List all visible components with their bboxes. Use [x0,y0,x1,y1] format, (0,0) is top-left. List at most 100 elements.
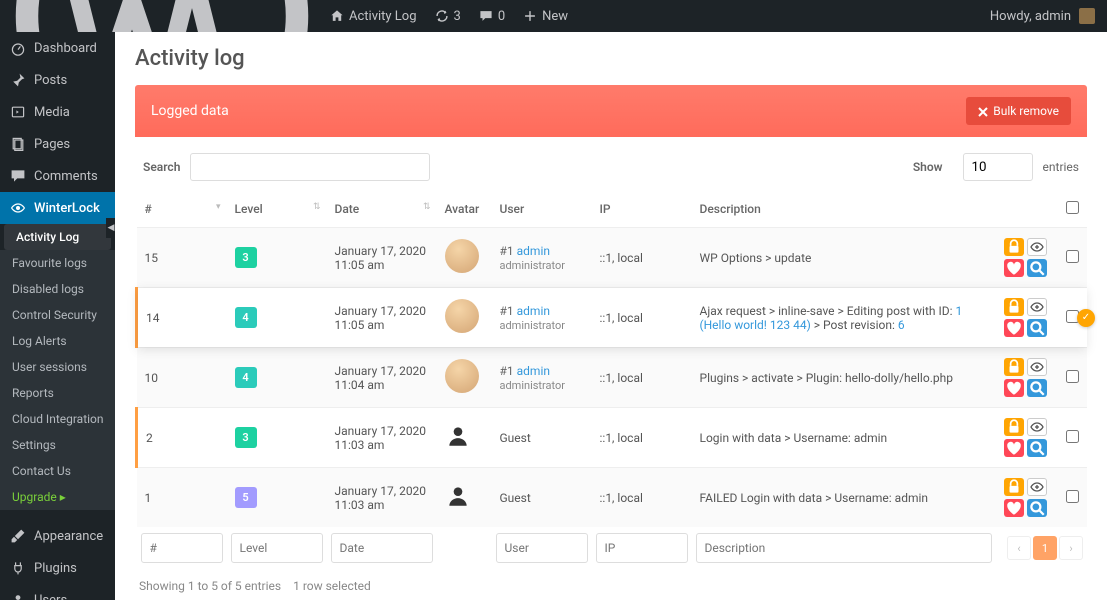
sidebar-item-activity-log[interactable]: Activity Log [4,224,111,250]
col-user: User [492,191,592,228]
sidebar-item-winterlock[interactable]: WinterLock [0,192,115,224]
sidebar-item-reports[interactable]: Reports [0,380,115,406]
table-row[interactable]: 2 3 January 17, 202011:03 am Guest ::1, … [137,408,1088,468]
sidebar-item-pages[interactable]: Pages [0,128,115,160]
row-checkbox[interactable] [1066,430,1079,443]
collapse-sidebar[interactable]: ◀ [106,218,115,238]
lock-button[interactable] [1004,358,1024,376]
cell-avatar [437,408,492,468]
favourite-button[interactable] [1004,439,1024,457]
cell-select [1058,468,1087,528]
view-button[interactable] [1027,319,1047,337]
updates-link[interactable]: 3 [435,9,461,24]
comment-icon [479,9,493,23]
col-date[interactable]: Date⇅ [327,191,437,228]
table-row[interactable]: 15 3 January 17, 202011:05 am #1 adminad… [137,228,1088,288]
row-checkbox[interactable] [1066,490,1079,503]
level-badge: 3 [235,247,257,268]
page-next[interactable]: › [1059,536,1083,560]
page-1[interactable]: 1 [1033,536,1057,560]
col-actions [996,191,1058,228]
guest-icon [445,423,471,449]
lock-button[interactable] [1004,418,1024,436]
favourite-button[interactable] [1004,319,1024,337]
greeting[interactable]: Howdy, admin [990,9,1071,24]
desc-link[interactable]: 6 [898,318,905,332]
hide-button[interactable] [1027,418,1047,436]
lock-button[interactable] [1004,238,1024,256]
filter-ip[interactable] [596,533,688,563]
sidebar-item-appearance[interactable]: Appearance [0,520,115,552]
filter-date[interactable] [331,533,433,563]
sidebar-item-posts[interactable]: Posts [0,64,115,96]
sidebar-item-control[interactable]: Control Security [0,302,115,328]
sidebar-item-label: Users [34,593,67,600]
new-link[interactable]: New [523,9,568,24]
sidebar-item-alerts[interactable]: Log Alerts [0,328,115,354]
show-label: Show [913,160,943,174]
avatar [445,239,479,273]
avatar[interactable] [1079,8,1095,24]
filter-description[interactable] [696,533,993,563]
cell-avatar [437,348,492,408]
sidebar-item-contact[interactable]: Contact Us [0,458,115,484]
card-header: Logged data Bulk remove [135,85,1087,137]
cell-avatar [437,468,492,528]
comments-link[interactable]: 0 [479,9,505,24]
filter-num[interactable] [141,533,223,563]
sidebar-item-sessions[interactable]: User sessions [0,354,115,380]
view-button[interactable] [1027,499,1047,517]
desc-link[interactable]: 1 (Hello world! 123 44) [700,304,963,332]
search-label: Search [143,160,180,174]
view-button[interactable] [1027,379,1047,397]
user-link[interactable]: admin [517,244,550,258]
filter-user[interactable] [496,533,588,563]
sidebar-item-disabled[interactable]: Disabled logs [0,276,115,302]
hide-button[interactable] [1027,358,1047,376]
sidebar-item-users[interactable]: Users [0,584,115,600]
close-icon [978,106,988,116]
cell-select [1058,408,1087,468]
lock-button[interactable] [1004,478,1024,496]
favourite-button[interactable] [1004,499,1024,517]
cell-ip: ::1, local [592,408,692,468]
entries-label: entries [1043,160,1079,174]
sidebar-item-plugins[interactable]: Plugins [0,552,115,584]
row-checkbox[interactable] [1066,250,1079,263]
col-level[interactable]: Level⇅ [227,191,327,228]
favourite-button[interactable] [1004,379,1024,397]
favourite-button[interactable] [1004,259,1024,277]
sidebar-item-media[interactable]: Media [0,96,115,128]
site-link[interactable]: Activity Log [330,9,417,24]
level-badge: 4 [235,307,257,328]
user-link[interactable]: admin [517,364,550,378]
view-button[interactable] [1027,259,1047,277]
hide-button[interactable] [1027,478,1047,496]
sidebar-item-dashboard[interactable]: Dashboard [0,32,115,64]
sidebar-item-cloud[interactable]: Cloud Integration [0,406,115,432]
sidebar-item-favourite[interactable]: Favourite logs [0,250,115,276]
table-row[interactable]: 10 4 January 17, 202011:04 am #1 adminad… [137,348,1088,408]
level-badge: 5 [235,487,257,508]
view-button[interactable] [1027,439,1047,457]
bulk-remove-button[interactable]: Bulk remove [966,97,1071,125]
user-link[interactable]: admin [517,304,550,318]
search-input[interactable] [190,153,430,181]
sidebar-item-label: Upgrade ▸ [12,490,66,504]
sidebar-item-comments[interactable]: Comments [0,160,115,192]
cell-user: Guest [492,408,592,468]
select-all-checkbox[interactable] [1066,201,1079,214]
entries-select[interactable] [963,153,1033,181]
sidebar-item-settings[interactable]: Settings [0,432,115,458]
row-checkbox[interactable] [1066,370,1079,383]
table-row[interactable]: 1 5 January 17, 202011:03 am Guest ::1, … [137,468,1088,528]
hide-button[interactable] [1027,238,1047,256]
col-num[interactable]: #▾ [137,191,227,228]
hide-button[interactable] [1027,298,1047,316]
sidebar-item-upgrade[interactable]: Upgrade ▸ [0,484,115,510]
table-info: Showing 1 to 5 of 5 entries 1 row select… [135,569,1087,600]
table-row[interactable]: 14 4 January 17, 202011:05 am #1 adminad… [137,288,1088,348]
page-prev[interactable]: ‹ [1007,536,1031,560]
lock-button[interactable] [1004,298,1024,316]
filter-level[interactable] [231,533,323,563]
